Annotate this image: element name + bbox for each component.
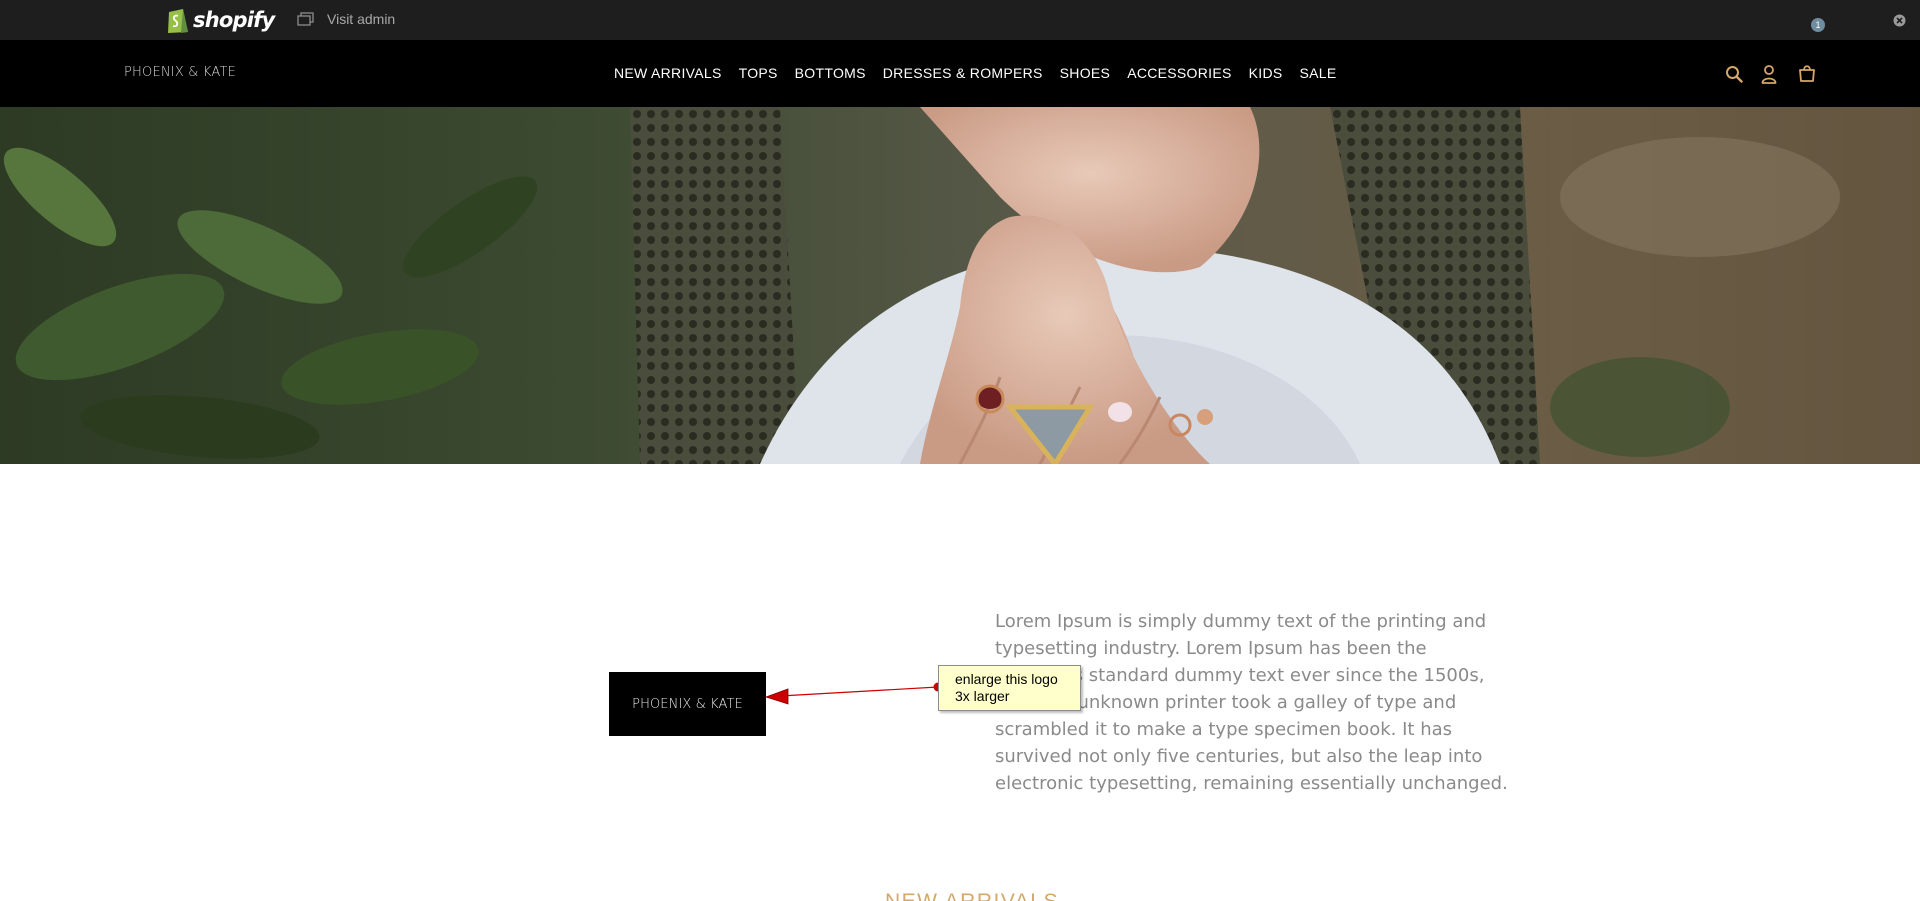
featured-logo-text: PHOENIX & KATE: [632, 696, 743, 712]
nav-accessories[interactable]: ACCESSORIES: [1127, 65, 1231, 81]
annotation-note: enlarge this logo 3x larger: [938, 665, 1081, 711]
nav-tops[interactable]: TOPS: [739, 65, 778, 81]
annotation-line-2: 3x larger: [955, 688, 1010, 704]
annotation-line-1: enlarge this logo: [955, 671, 1058, 687]
nav-dresses-rompers[interactable]: DRESSES & ROMPERS: [883, 65, 1043, 81]
nav-new-arrivals[interactable]: NEW ARRIVALS: [614, 65, 722, 81]
nav-bottoms[interactable]: BOTTOMS: [795, 65, 866, 81]
search-icon[interactable]: [1725, 65, 1743, 83]
featured-logo-box: PHOENIX & KATE: [609, 672, 766, 736]
user-icon[interactable]: [1761, 64, 1777, 84]
visit-admin-link[interactable]: Visit admin: [297, 11, 395, 27]
window-icon: [297, 12, 314, 26]
close-icon[interactable]: [1893, 14, 1906, 27]
visit-admin-label: Visit admin: [327, 11, 396, 27]
nav-sale[interactable]: SALE: [1300, 65, 1337, 81]
cart-icon[interactable]: [1798, 64, 1816, 82]
main-navigation: NEW ARRIVALS TOPS BOTTOMS DRESSES & ROMP…: [614, 65, 1354, 81]
hero-banner-image: [0, 107, 1920, 464]
new-arrivals-heading: NEW ARRIVALS: [885, 890, 1059, 901]
cart-count-badge: 1: [1811, 18, 1825, 32]
hands-with-rings-photo: [0, 107, 1920, 464]
shopify-wordmark: shopify: [193, 8, 275, 32]
shopify-bag-icon: [168, 9, 188, 33]
shopify-preview-bar: shopify Visit admin: [0, 0, 1920, 40]
shopify-logo[interactable]: shopify: [166, 6, 275, 34]
nav-kids[interactable]: KIDS: [1249, 65, 1283, 81]
nav-shoes[interactable]: SHOES: [1060, 65, 1111, 81]
store-logo[interactable]: PHOENIX & KATE: [124, 65, 236, 80]
site-header: PHOENIX & KATE NEW ARRIVALS TOPS BOTTOMS…: [0, 40, 1920, 107]
